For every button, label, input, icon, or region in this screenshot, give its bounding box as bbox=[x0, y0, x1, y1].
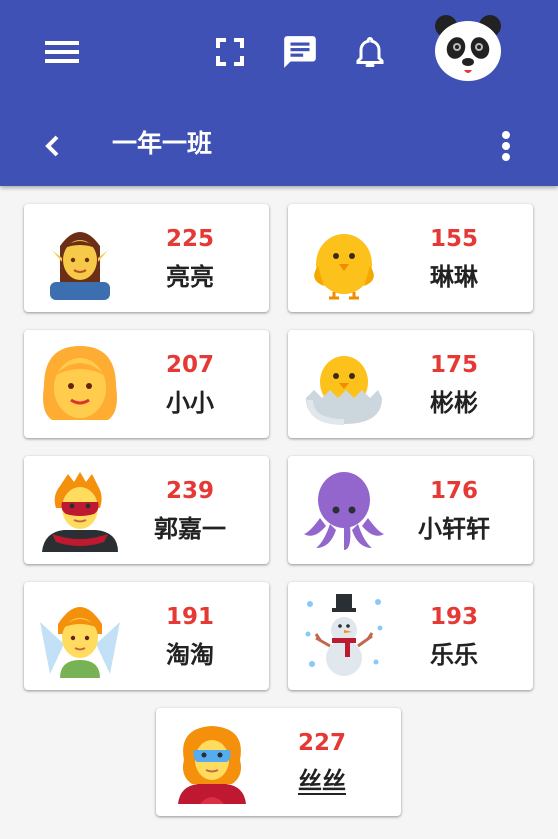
student-card[interactable]: 225 亮亮 bbox=[24, 204, 269, 312]
student-score: 191 bbox=[165, 604, 214, 630]
panda-avatar[interactable] bbox=[432, 12, 504, 84]
student-score: 227 bbox=[297, 730, 346, 756]
student-name: 小小 bbox=[166, 389, 214, 417]
student-name: 郭嘉一 bbox=[154, 515, 226, 543]
girl-icon bbox=[38, 342, 122, 426]
page-title: 一年一班 bbox=[112, 129, 213, 158]
more-vert-icon[interactable] bbox=[490, 126, 522, 166]
student-name: 彬彬 bbox=[430, 389, 478, 417]
student-score: 155 bbox=[429, 226, 478, 252]
student-card[interactable]: 191 淘淘 bbox=[24, 582, 269, 690]
student-card[interactable]: 155 琳琳 bbox=[288, 204, 533, 312]
student-score: 225 bbox=[165, 226, 214, 252]
student-name: 丝丝 bbox=[298, 767, 346, 795]
student-score: 175 bbox=[429, 352, 478, 378]
student-card[interactable]: 176 小轩轩 bbox=[288, 456, 533, 564]
student-name: 小轩轩 bbox=[418, 515, 490, 543]
student-card[interactable]: 207 小小 bbox=[24, 330, 269, 438]
superheroine-icon bbox=[170, 720, 254, 804]
student-name: 亮亮 bbox=[166, 263, 214, 291]
student-name: 琳琳 bbox=[430, 263, 478, 291]
menu-icon[interactable] bbox=[38, 32, 86, 72]
elf-icon bbox=[38, 216, 122, 300]
bell-icon[interactable] bbox=[348, 30, 392, 74]
message-icon[interactable] bbox=[278, 30, 322, 74]
superhero-icon bbox=[38, 468, 122, 552]
chick-icon bbox=[302, 216, 386, 300]
student-score: 207 bbox=[165, 352, 214, 378]
snowman-icon bbox=[302, 594, 386, 678]
fullscreen-icon[interactable] bbox=[210, 32, 250, 72]
student-card[interactable]: 175 彬彬 bbox=[288, 330, 533, 438]
back-icon[interactable] bbox=[36, 128, 68, 164]
student-card[interactable]: 227 丝丝 bbox=[156, 708, 401, 816]
student-score: 239 bbox=[165, 478, 214, 504]
octopus-icon bbox=[302, 468, 386, 552]
fairy-icon bbox=[38, 594, 122, 678]
student-card[interactable]: 193 乐乐 bbox=[288, 582, 533, 690]
student-score: 193 bbox=[429, 604, 478, 630]
hatching-chick-icon bbox=[302, 342, 386, 426]
app-header: 一年一班 bbox=[0, 0, 558, 186]
student-score: 176 bbox=[429, 478, 478, 504]
student-card[interactable]: 239 郭嘉一 bbox=[24, 456, 269, 564]
student-name: 淘淘 bbox=[166, 641, 214, 669]
student-name: 乐乐 bbox=[430, 641, 478, 669]
